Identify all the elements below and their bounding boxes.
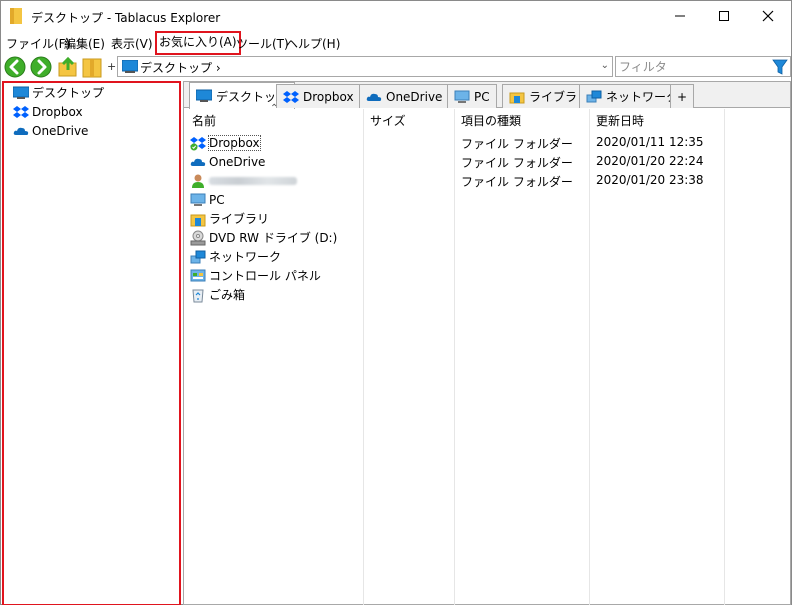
folder-tree[interactable]: デスクトップ Dropbox OneDrive	[2, 81, 181, 605]
file-list[interactable]: ⌃ 名前 サイズ 項目の種類 更新日時 Dropbox ファイル フォルダー 2…	[184, 103, 790, 605]
item-type: ファイル フォルダー	[461, 156, 573, 170]
item-name: ごみ箱	[209, 288, 246, 302]
item-name: ライブラリ	[209, 212, 270, 226]
column-header-name[interactable]: 名前	[192, 111, 216, 131]
onedrive-icon	[366, 93, 382, 101]
menu-bar: ファイル(F) 編集(E) 表示(V) お気に入り(A) ツール(T) ヘルプ(…	[1, 31, 791, 55]
network-icon	[586, 90, 602, 102]
minimize-button[interactable]	[657, 1, 703, 31]
file-pane: デスクトップ Dropbox OneDrive PC ライブラリ ネットワーク	[183, 81, 791, 605]
tab-pc[interactable]: PC	[447, 84, 497, 108]
column-divider	[363, 109, 364, 605]
tab-label: PC	[474, 89, 490, 104]
desktop-icon	[122, 60, 138, 73]
item-modified: 2020/01/20 22:24	[596, 154, 704, 168]
pc-icon	[190, 193, 206, 206]
chevron-down-icon[interactable]: ⌄	[601, 60, 609, 71]
item-name: Dropbox	[208, 134, 261, 151]
item-name: PC	[209, 192, 225, 207]
dropbox-icon	[190, 136, 206, 150]
toolbar: + デスクトップ › ⌄	[1, 54, 791, 80]
explorer-window: デスクトップ - Tablacus Explorer ファイル(F) 編集(E)…	[0, 0, 792, 605]
filter-funnel-icon[interactable]	[772, 59, 788, 75]
tree-item-onedrive[interactable]: OneDrive	[13, 121, 88, 140]
address-bar[interactable]: デスクトップ › ⌄	[117, 56, 613, 77]
item-name: OneDrive	[209, 154, 266, 169]
minimize-icon	[675, 15, 685, 17]
item-name: DVD RW ドライブ (D:)	[209, 231, 338, 245]
menu-favorites[interactable]: お気に入り(A)	[155, 31, 241, 55]
tab-onedrive[interactable]: OneDrive	[359, 84, 450, 108]
maximize-icon	[719, 11, 729, 21]
tab-label: ネットワーク	[606, 90, 679, 104]
tab-label: Dropbox	[303, 89, 354, 104]
dropbox-icon	[283, 90, 299, 103]
folder-view-icon[interactable]	[81, 56, 103, 78]
column-divider	[454, 109, 455, 605]
dropbox-icon	[13, 105, 29, 118]
network-icon	[190, 250, 206, 263]
library-icon	[509, 92, 525, 103]
tab-dropbox[interactable]: Dropbox	[276, 84, 361, 108]
menu-file[interactable]: ファイル(F)	[6, 35, 70, 52]
address-text: デスクトップ ›	[140, 61, 221, 75]
onedrive-icon	[190, 158, 206, 166]
tree-item-label: OneDrive	[32, 123, 89, 138]
item-name: コントロール パネル	[209, 269, 321, 283]
item-type: ファイル フォルダー	[461, 137, 573, 151]
redacted-user-name	[209, 176, 297, 185]
add-tab-button[interactable]: +	[670, 84, 694, 108]
menu-help[interactable]: ヘルプ(H)	[286, 35, 340, 52]
new-tab-plus-icon[interactable]: +	[107, 60, 116, 73]
add-tab-label: +	[676, 89, 688, 104]
up-folder-icon[interactable]	[57, 56, 79, 78]
close-button[interactable]	[745, 1, 791, 31]
column-divider	[589, 109, 590, 605]
item-type: ファイル フォルダー	[461, 175, 573, 189]
tree-item-label: Dropbox	[32, 104, 83, 119]
tab-label: OneDrive	[386, 89, 443, 104]
item-name: ネットワーク	[209, 250, 282, 264]
menu-edit[interactable]: 編集(E)	[64, 35, 105, 52]
title-bar: デスクトップ - Tablacus Explorer	[1, 1, 791, 31]
user-icon	[192, 174, 204, 188]
window-title: デスクトップ - Tablacus Explorer	[31, 11, 221, 25]
column-header-size[interactable]: サイズ	[370, 111, 406, 131]
pc-icon	[454, 90, 470, 103]
back-icon[interactable]	[4, 56, 26, 78]
filter-box[interactable]	[615, 56, 791, 77]
sort-ascending-icon: ⌃	[270, 103, 279, 114]
tree-item-desktop[interactable]: デスクトップ	[13, 83, 104, 102]
dvd-drive-icon	[190, 230, 206, 245]
column-header-modified[interactable]: 更新日時	[596, 111, 644, 131]
tree-item-dropbox[interactable]: Dropbox	[13, 102, 83, 121]
item-modified: 2020/01/11 12:35	[596, 135, 704, 149]
control-panel-icon	[190, 269, 206, 281]
item-modified: 2020/01/20 23:38	[596, 173, 704, 187]
app-folder-icon	[10, 8, 22, 24]
menu-tools[interactable]: ツール(T)	[236, 35, 289, 52]
maximize-button[interactable]	[701, 1, 747, 31]
forward-icon[interactable]	[30, 56, 52, 78]
filter-input[interactable]	[616, 57, 766, 76]
onedrive-icon	[13, 127, 29, 135]
menu-view[interactable]: 表示(V)	[111, 35, 153, 52]
column-divider	[724, 109, 725, 605]
tree-item-label: デスクトップ	[32, 86, 105, 100]
close-icon	[762, 10, 774, 22]
column-header-type[interactable]: 項目の種類	[461, 111, 521, 131]
recycle-bin-icon	[192, 289, 204, 302]
library-icon	[190, 214, 206, 226]
desktop-icon	[196, 89, 212, 102]
desktop-icon	[13, 86, 29, 99]
